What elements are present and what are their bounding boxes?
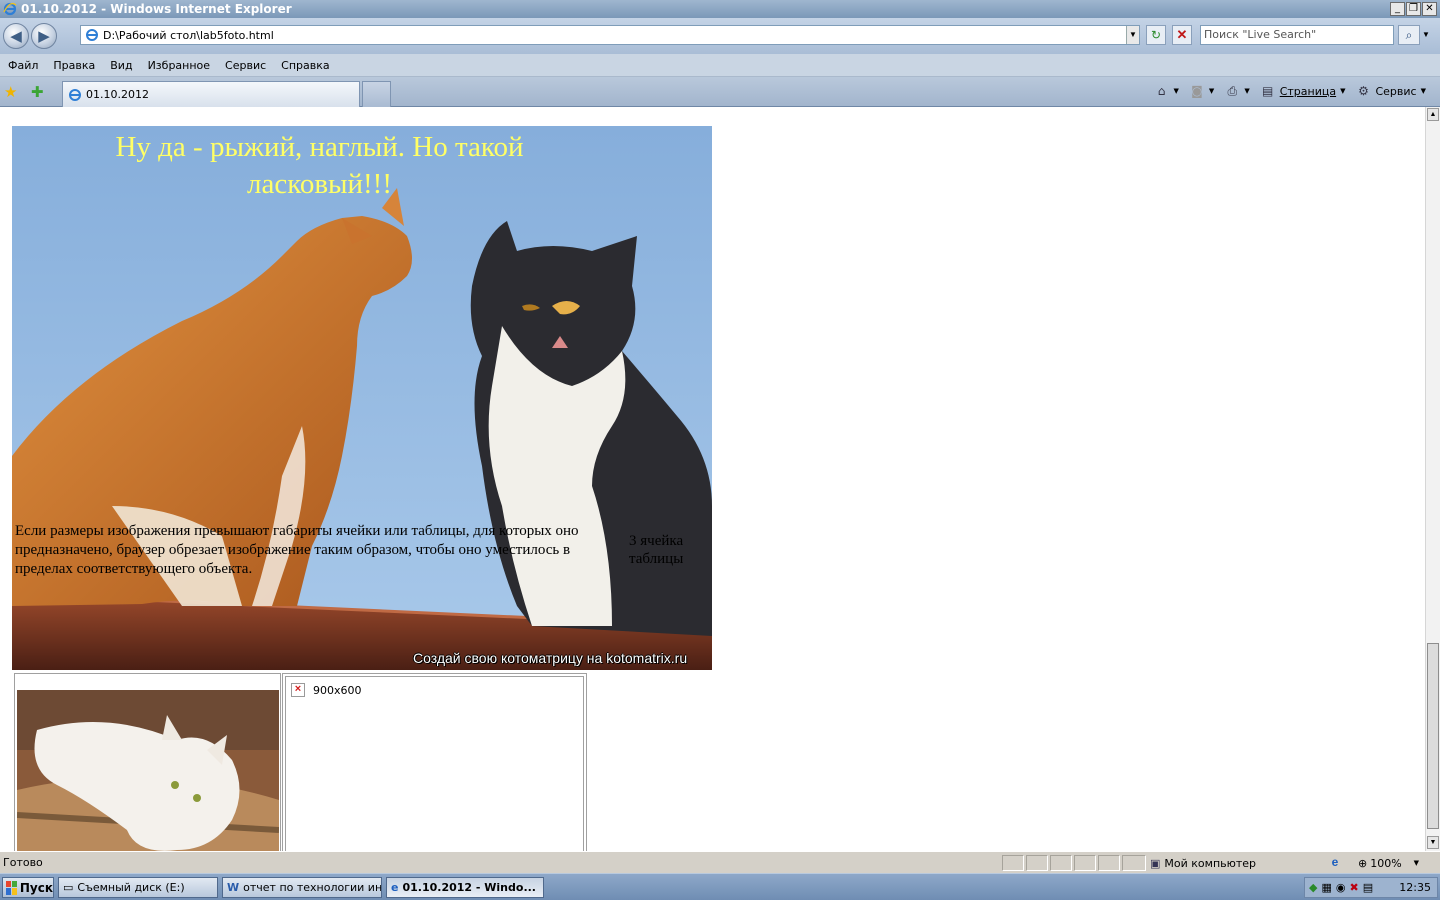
zoom-icon: ⊕ [1358,856,1368,870]
ie-icon: e [391,881,399,894]
home-dropdown-icon[interactable]: ▼ [1174,87,1179,95]
zone-label: Мой компьютер [1164,856,1257,870]
tray-app-icon[interactable]: ▤ [1363,881,1373,894]
table-cell-white-cat [14,673,281,851]
tab-page-icon [69,88,81,101]
address-input[interactable]: D:\Рабочий стол\lab5foto.html [103,29,274,42]
title-bar: 01.10.2012 - Windows Internet Explorer _… [0,0,1440,18]
refresh-button[interactable]: ↻ [1146,25,1166,45]
menu-view[interactable]: Вид [110,59,132,72]
taskbar-item-label: 01.10.2012 - Windo... [402,881,536,894]
status-panel [1050,855,1072,871]
ie-logo-icon [3,2,17,16]
scroll-thumb[interactable] [1427,643,1439,829]
ie-protected-mode-icon[interactable]: e [1326,855,1344,871]
add-favorites-icon[interactable]: ✚ [31,83,44,101]
tray-volume-icon[interactable]: ✖ [1349,881,1358,894]
system-tray: ◆ ▦ ◉ ✖ ▤ 12:35 [1304,877,1438,898]
menu-bar: Файл Правка Вид Избранное Сервис Справка [0,54,1440,77]
search-icon[interactable]: ⌕ [1398,25,1420,45]
address-bar[interactable]: D:\Рабочий стол\lab5foto.html ▼ [80,25,1140,45]
favorites-star-icon[interactable]: ★ [4,83,17,101]
status-panel [1074,855,1096,871]
word-icon: W [227,881,240,894]
taskbar-item-ie[interactable]: e 01.10.2012 - Windo... [386,877,544,898]
page-title: Ну да - рыжий, наглый. Но такой ласковый… [115,131,524,200]
menu-favorites[interactable]: Избранное [148,59,210,72]
table-cell-3: × 900x600 [282,673,587,851]
search-input[interactable]: Поиск "Live Search" [1200,25,1394,45]
feeds-dropdown-icon[interactable]: ▼ [1209,87,1214,95]
status-panel [1026,855,1048,871]
menu-help[interactable]: Справка [281,59,329,72]
status-panel [1098,855,1120,871]
tools-menu[interactable]: Сервис [1375,85,1416,98]
vertical-scrollbar[interactable]: ▲ ▼ [1425,107,1440,851]
start-button[interactable]: Пуск [2,877,54,898]
cats-photo [12,126,712,670]
status-panel [1002,855,1024,871]
feeds-icon[interactable]: ◙ [1189,83,1205,99]
tray-network-icon[interactable]: ▦ [1321,881,1331,894]
home-icon[interactable]: ⌂ [1154,83,1170,99]
broken-image-frame: × 900x600 [285,676,584,851]
page-dropdown-icon[interactable]: ▼ [1340,87,1345,95]
zoom-control[interactable]: ⊕ 100% ▼ [1358,855,1424,871]
scroll-up-icon[interactable]: ▲ [1427,108,1439,121]
page-menu-icon: ▤ [1262,84,1274,98]
zoom-dropdown-icon[interactable]: ▼ [1414,859,1419,867]
status-panel [1122,855,1146,871]
menu-tools[interactable]: Сервис [225,59,266,72]
watermark-text: Создай свою котоматрицу на kotomatrix.ru [413,650,688,666]
page-content: Ну да - рыжий, наглый. Но такой ласковый… [0,107,1425,851]
tab-bar: ★ ✚ 01.10.2012 ⌂ ▼ ◙ ▼ ⎙ ▼ ▤ Страница ▼ ⚙ Се… [0,77,1440,107]
status-bar: Готово ▣ Мой компьютер e ⊕ 100% ▼ [0,851,1440,873]
scroll-down-icon[interactable]: ▼ [1427,836,1439,849]
gear-icon: ⚙ [1358,84,1369,98]
page-icon [86,29,98,41]
minimize-button[interactable]: _ [1390,2,1405,16]
tab-label: 01.10.2012 [86,88,149,101]
tray-security-icon[interactable]: ◆ [1309,881,1317,894]
print-dropdown-icon[interactable]: ▼ [1244,87,1249,95]
broken-image-icon: × [291,683,305,697]
back-button[interactable]: ◀ [3,23,29,49]
window-title: 01.10.2012 - Windows Internet Explorer [21,2,292,16]
menu-edit[interactable]: Правка [53,59,95,72]
tools-dropdown-icon[interactable]: ▼ [1421,87,1426,95]
close-button[interactable]: ✕ [1422,2,1437,16]
windows-logo-icon [6,880,17,895]
start-label: Пуск [19,880,53,895]
taskbar-item-label: Съемный диск (E:) [77,881,185,894]
computer-icon: ▣ [1150,856,1161,870]
clock: 12:35 [1399,881,1431,894]
page-menu[interactable]: Страница [1280,85,1336,98]
drive-icon: ▭ [63,881,74,894]
taskbar-item-label: отчет по технологии инт... [243,881,382,894]
taskbar: Пуск ▭ Съемный диск (E:) W отчет по техн… [0,873,1440,900]
command-bar: ⌂ ▼ ◙ ▼ ⎙ ▼ ▤ Страница ▼ ⚙ Сервис ▼ [1154,83,1432,99]
white-cat-photo [17,690,279,851]
cell-description-text: Если размеры изображения превышают габар… [15,523,579,577]
taskbar-item-removable-disk[interactable]: ▭ Съемный диск (E:) [58,877,218,898]
table-cell-main: Ну да - рыжий, наглый. Но такой ласковый… [12,126,712,670]
status-text: Готово [3,856,43,869]
security-zone[interactable]: ▣ Мой компьютер [1150,855,1318,871]
taskbar-item-word-doc[interactable]: W отчет по технологии инт... [222,877,382,898]
address-dropdown-icon[interactable]: ▼ [1126,26,1139,44]
restore-button[interactable]: ❐ [1406,2,1421,16]
zoom-level: 100% [1370,856,1402,870]
print-icon[interactable]: ⎙ [1224,83,1240,99]
search-dropdown-icon[interactable]: ▼ [1422,30,1430,39]
broken-image-alt: 900x600 [313,684,362,697]
new-tab-button[interactable] [362,81,391,107]
tray-antivirus-icon[interactable]: ◉ [1336,881,1346,894]
cell3-text: 3 ячейка таблицы [629,533,684,567]
stop-button[interactable]: ✕ [1172,25,1192,45]
tab-current[interactable]: 01.10.2012 [62,81,360,107]
address-row: ◀ ▶ D:\Рабочий стол\lab5foto.html ▼ ↻ ✕ … [0,18,1440,54]
forward-button[interactable]: ▶ [31,23,57,49]
menu-file[interactable]: Файл [8,59,38,72]
